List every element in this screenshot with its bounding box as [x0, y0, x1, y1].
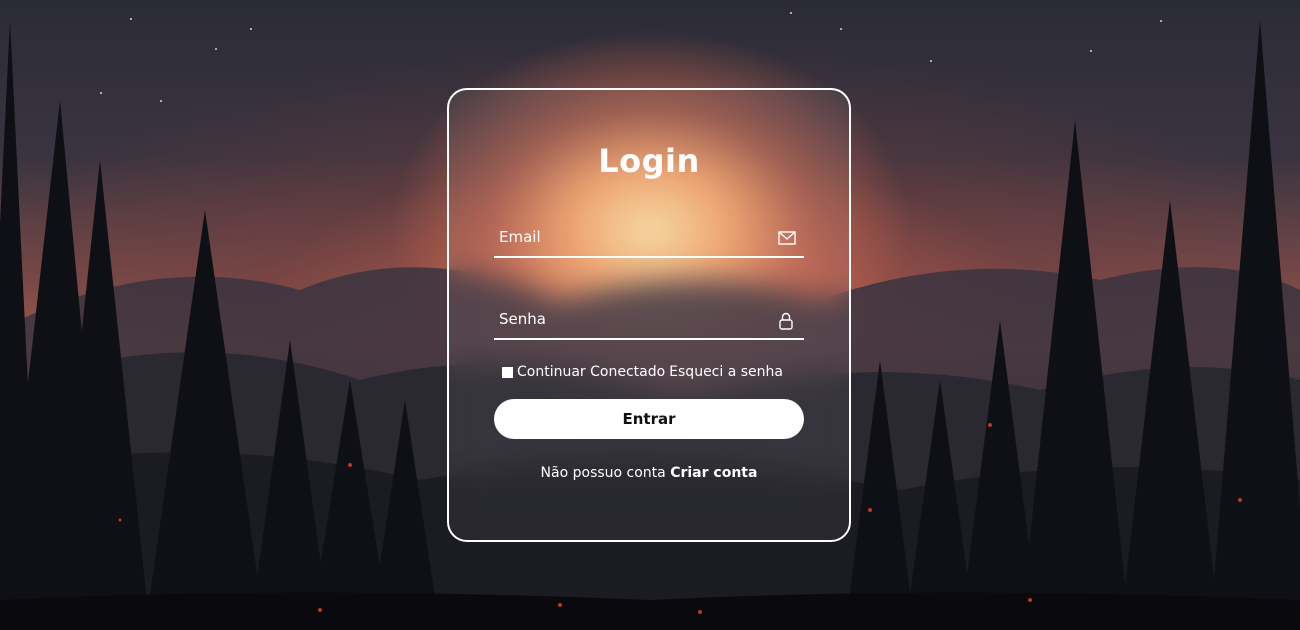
password-input[interactable] — [494, 308, 804, 338]
email-input[interactable] — [494, 226, 804, 256]
remember-label[interactable]: Continuar Conectado — [517, 364, 665, 380]
email-field — [494, 226, 804, 258]
register-row: Não possuo conta Criar conta — [449, 465, 849, 481]
login-title: Login — [598, 142, 700, 180]
login-button[interactable]: Entrar — [494, 399, 804, 439]
forgot-password-link[interactable]: Esqueci a senha — [669, 364, 783, 380]
remember-checkbox[interactable] — [502, 366, 513, 378]
lock-icon — [778, 312, 796, 330]
remember-row: Continuar Conectado Esqueci a senha — [502, 364, 783, 380]
create-account-link[interactable]: Criar conta — [670, 465, 757, 481]
password-field — [494, 308, 804, 340]
login-card: Login Continuar Conectado Esqueci a senh… — [447, 88, 851, 542]
no-account-text: Não possuo conta — [540, 465, 666, 481]
mail-icon — [778, 230, 796, 246]
